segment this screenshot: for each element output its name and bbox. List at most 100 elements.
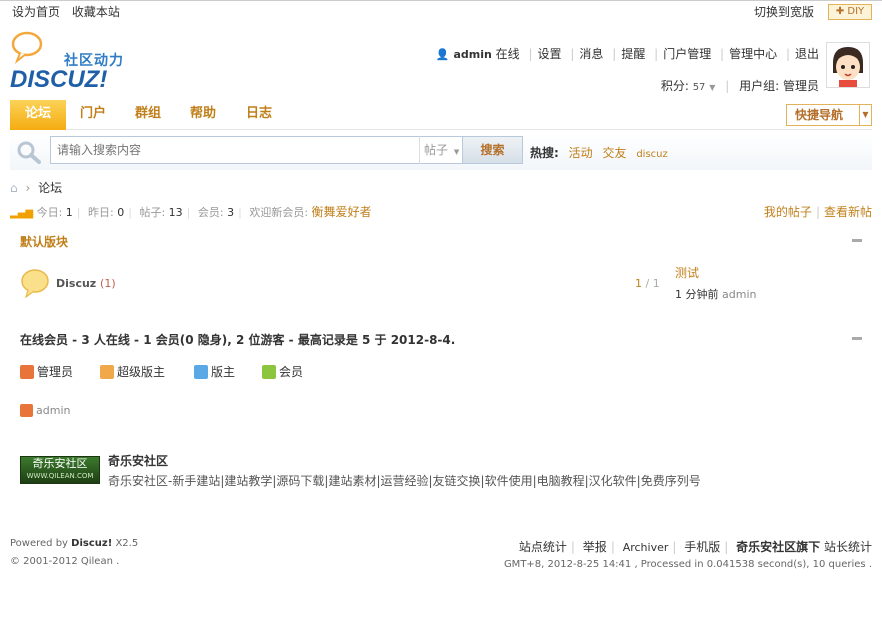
product-version: X2.5 [115, 538, 139, 549]
legend-admin: 管理员 [20, 363, 73, 380]
footer-time-info: GMT+8, 2012-8-25 14:41 , Processed in 0.… [503, 559, 872, 570]
bookmark-link[interactable]: 收藏本站 [72, 5, 120, 19]
product-link[interactable]: Discuz! [71, 538, 112, 549]
collapse-icon[interactable] [852, 239, 862, 242]
site-logo[interactable]: 社区动力 DISCUZ! [10, 30, 132, 94]
partner-logo-url: WWW.QILEAN.COM [26, 472, 94, 480]
members-value: 3 [227, 206, 235, 219]
today-label: 今日: [36, 206, 63, 219]
search-type-value: 帖子 [424, 143, 449, 157]
hot-search: 热搜: 活动 交友 discuz [530, 144, 668, 161]
tab-help[interactable]: 帮助 [188, 100, 218, 130]
legend-member: 会员 [262, 363, 303, 380]
avatar[interactable] [826, 42, 870, 88]
legend-mod: 版主 [194, 363, 235, 380]
forum-thread-ratio: 1 / 1 [635, 277, 660, 290]
chevron-down-icon: ▼ [453, 148, 460, 156]
diy-button[interactable]: ✚ DIY [828, 4, 872, 20]
stats-chart-icon: ▂▄▆ [10, 208, 34, 219]
tab-forum[interactable]: 论坛 [10, 100, 66, 130]
member-user-icon [262, 365, 276, 379]
yesterday-value: 0 [117, 206, 125, 219]
footer-powered: Powered by Discuz! X2.5 [10, 538, 138, 549]
members-label: 会员: [197, 206, 224, 219]
forum-today-count: (1) [100, 277, 116, 290]
report-link[interactable]: 举报 [583, 540, 607, 554]
user-icon: 👤 [435, 48, 450, 61]
logout-link[interactable]: 退出 [795, 47, 819, 61]
points-link[interactable]: 积分: 57 ▼ [661, 79, 716, 93]
new-posts-link[interactable]: 查看新帖 [824, 205, 872, 219]
hot-keyword-discuz[interactable]: discuz [636, 149, 667, 160]
online-user-link[interactable]: admin [36, 404, 70, 417]
quick-nav-button[interactable]: 快捷导航 ▼ [786, 104, 872, 126]
username-link[interactable]: admin [453, 48, 491, 61]
set-home-link[interactable]: 设为首页 [12, 5, 60, 19]
partner-description: 奇乐安社区-新手建站|建站教学|源码下载|建站素材|运营经验|友链交换|软件使用… [108, 474, 701, 488]
portal-admin-link[interactable]: 门户管理 [663, 47, 711, 61]
group-label: 用户组: [739, 79, 780, 93]
tab-portal[interactable]: 门户 [78, 100, 108, 130]
search-icon [17, 141, 41, 164]
posts-value: 13 [168, 206, 183, 219]
partner-title[interactable]: 奇乐安社区 [108, 452, 168, 469]
forum-threads: 1 [635, 277, 642, 290]
last-post-user[interactable]: admin [722, 288, 756, 301]
breadcrumb-forum[interactable]: 论坛 [38, 181, 62, 195]
user-bar: 👤 admin 在线 | 设置 | 消息 | 提醒 | 门户管理 | 管理中心 | 退出 [435, 47, 819, 61]
top-bar: 设为首页 收藏本站 切换到宽版 ✚ DIY [0, 0, 882, 22]
section-title[interactable]: 默认版块 [20, 233, 68, 250]
tab-groups[interactable]: 群组 [133, 100, 163, 130]
search-type-select[interactable]: 帖子 ▼ [419, 136, 463, 164]
last-post-link[interactable]: 测试 [675, 264, 699, 281]
search-button[interactable]: 搜索 [462, 136, 523, 164]
diy-label: DIY [847, 6, 865, 17]
user-info-line: 积分: 57 ▼ | 用户组: 管理员 [660, 79, 819, 93]
owner-link[interactable]: 奇乐安社区旗下 [736, 540, 820, 554]
main-nav: 论坛 门户 群组 帮助 日志 快捷导航 ▼ [10, 100, 872, 130]
chevron-down-icon: ▼ [859, 105, 871, 125]
online-user: admin [20, 404, 70, 417]
footer-links: 站点统计 | 举报 | Archiver | 手机版 | 奇乐安社区旗下 站长统计 [518, 540, 872, 554]
webmaster-stats-link[interactable]: 站长统计 [824, 540, 872, 554]
hot-keyword-activity[interactable]: 活动 [569, 146, 593, 160]
legend-mod-label: 版主 [211, 365, 236, 379]
group-link[interactable]: 管理员 [783, 79, 819, 93]
yesterday-label: 昨日: [88, 206, 114, 219]
mod-user-icon [194, 365, 208, 379]
messages-link[interactable]: 消息 [579, 47, 603, 61]
hot-keyword-dating[interactable]: 交友 [602, 146, 626, 160]
site-stats-link[interactable]: 站点统计 [519, 540, 567, 554]
points-label: 积分: [660, 79, 689, 93]
tab-blog[interactable]: 日志 [244, 100, 274, 130]
forum-bubble-icon [21, 269, 49, 298]
top-bar-left: 设为首页 收藏本站 [12, 3, 128, 20]
my-posts-link[interactable]: 我的帖子 [764, 205, 812, 219]
forum-posts: 1 [652, 277, 660, 290]
mobile-link[interactable]: 手机版 [684, 540, 720, 554]
points-value: 57 [692, 82, 706, 93]
archiver-link[interactable]: Archiver [623, 541, 669, 554]
breadcrumb-separator: › [25, 181, 31, 195]
new-member-link[interactable]: 衡舞爱好者 [312, 205, 372, 219]
home-icon[interactable]: ⌂ [10, 181, 18, 195]
quick-nav-label: 快捷导航 [795, 108, 844, 122]
search-input[interactable] [50, 136, 420, 164]
switch-wide-link[interactable]: 切换到宽版 [754, 3, 814, 20]
my-links: 我的帖子 | 查看新帖 [763, 205, 872, 219]
admin-center-link[interactable]: 管理中心 [729, 47, 777, 61]
avatar-icon [833, 47, 863, 87]
today-value: 1 [65, 206, 73, 219]
partner-logo[interactable]: 奇乐安社区 WWW.QILEAN.COM [20, 456, 100, 484]
online-members-title[interactable]: 在线会员 - 3 人在线 - 1 会员(0 隐身), 2 位游客 - 最高记录是… [20, 331, 455, 348]
admin-user-icon [20, 365, 34, 379]
forum-name-link[interactable]: Discuz [56, 277, 96, 290]
welcome-label: 欢迎新会员: [249, 206, 309, 219]
collapse-icon[interactable] [852, 337, 862, 340]
forum-name[interactable]: Discuz (1) [56, 277, 116, 290]
reminders-link[interactable]: 提醒 [621, 47, 645, 61]
settings-link[interactable]: 设置 [538, 47, 562, 61]
plus-icon: ✚ [835, 6, 845, 17]
forum-stats: ▂▄▆ 今日: 1 | 昨日: 0 | 帖子: 13 | 会员: 3 | 欢迎新会员: … [10, 205, 372, 219]
online-status: 在线 [495, 47, 520, 61]
